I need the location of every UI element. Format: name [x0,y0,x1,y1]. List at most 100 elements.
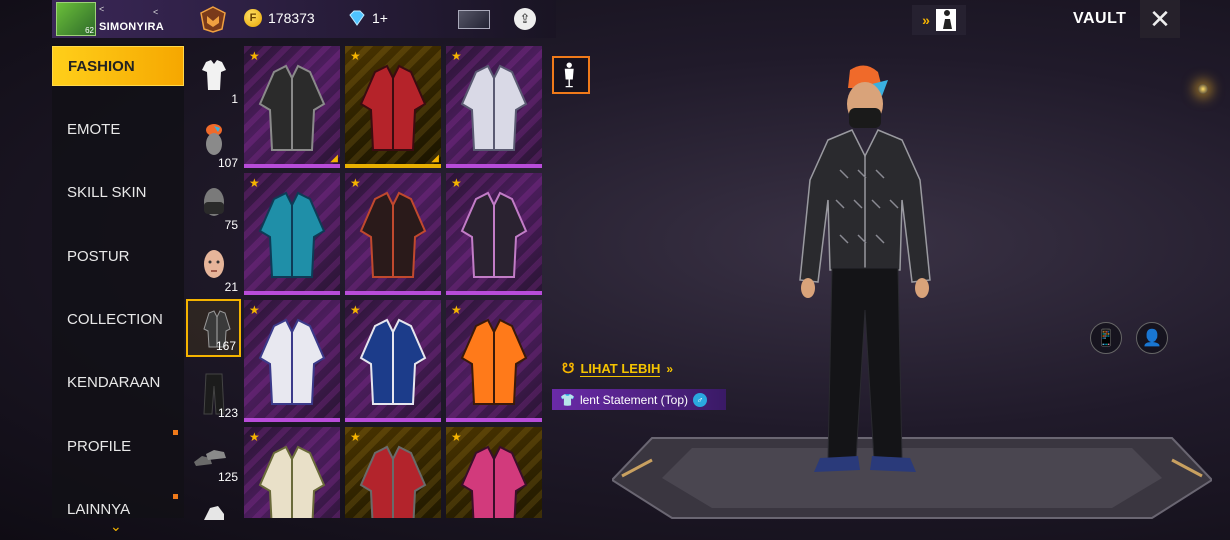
subcategory-count: 21 [224,280,238,294]
rank-badge-icon[interactable] [198,5,228,33]
top-bar: 62 < < SIMONYIRA F 178373 1+ ⇪ [52,0,556,38]
item-tile[interactable]: ★ [446,46,542,168]
item-tile[interactable]: ★ ◢ [244,46,340,168]
diamond-amount: 1+ [372,10,388,26]
notification-dot [173,494,178,499]
gold-balance[interactable]: F 178373 [244,9,315,27]
garment-icon [359,64,427,151]
rarity-star-icon: ★ [350,49,361,63]
subcategory-more[interactable] [186,492,241,540]
garment-icon [258,64,326,151]
outfit-set-icon [202,60,226,90]
see-more-link[interactable]: ☋ LIHAT LEBIH » [562,360,673,377]
accessory-icon [204,506,224,520]
category-fashion[interactable]: FASHION [52,46,184,86]
category-postur[interactable]: POSTUR [52,237,184,277]
rarity-star-icon: ★ [451,176,462,190]
rarity-bar [446,291,542,295]
garment-icon [460,445,528,518]
item-tile[interactable]: ★ [244,427,340,518]
chevron-left-icon[interactable]: < [99,4,104,14]
subcategory-count: 75 [224,218,238,232]
mannequin-icon [564,62,574,88]
player-level: 62 [85,26,94,35]
subcategory-count: 123 [217,406,238,420]
item-tile[interactable]: ★ ◢ [345,46,441,168]
garment-icon [359,191,427,278]
double-chevron-icon: » [922,12,930,28]
rarity-bar [446,418,542,422]
rarity-star-icon: ★ [350,430,361,444]
upload-icon[interactable]: ⇪ [514,8,536,30]
subcategory-hair[interactable]: 107 [186,114,241,172]
item-tile[interactable]: ★ [244,173,340,295]
subcategory-count: 125 [217,470,238,484]
skip-button[interactable]: » [912,5,966,35]
item-tile[interactable]: ★ [244,300,340,422]
category-label: POSTUR [67,248,130,265]
category-profile[interactable]: PROFILE [52,427,184,467]
double-chevron-icon: » [666,361,674,376]
item-tile[interactable]: ★ [345,173,441,295]
rarity-star-icon: ★ [451,49,462,63]
category-emote[interactable]: EMOTE [52,110,184,150]
garment-icon [359,318,427,405]
subcategory-top[interactable]: 167 [186,299,241,357]
category-label: EMOTE [67,121,121,138]
close-button[interactable]: ✕ [1140,0,1180,38]
mannequin-button[interactable] [552,56,590,94]
rarity-bar [244,418,340,422]
rarity-star-icon: ★ [249,176,260,190]
diamond-balance[interactable]: 1+ [348,9,388,27]
garment-icon [258,318,326,405]
phone-rotate-icon: 📱 [1096,330,1116,347]
subcategory-face[interactable]: 21 [186,238,241,296]
rarity-star-icon: ★ [451,430,462,444]
subcategory-outfit-set[interactable]: 1 [186,50,241,108]
equipped-check-icon: ◢ [431,153,439,164]
subcategory-mask[interactable]: 75 [186,176,241,234]
rarity-star-icon: ★ [249,49,260,63]
brand-logo-icon: ☋ [562,360,575,376]
category-collection[interactable]: COLLECTION [52,300,184,340]
category-kendaraan[interactable]: KENDARAAN [52,363,184,403]
subcategory-count: 107 [217,156,238,170]
rarity-star-icon: ★ [350,176,361,190]
vault-title: VAULT [1073,10,1127,27]
gold-coin-icon: F [244,9,262,27]
shirt-icon: 👕 [560,392,575,407]
rarity-bar [244,164,340,168]
rotate-view-button[interactable]: 📱 [1090,322,1122,354]
garment-icon [460,191,528,278]
subcategory-column: 1 107 75 21 167 123 125 [186,44,241,520]
item-tile[interactable]: ★ [446,427,542,518]
rarity-star-icon: ★ [350,303,361,317]
close-icon: ✕ [1149,4,1171,34]
equipped-check-icon: ◢ [330,153,338,164]
chevron-left-icon[interactable]: < [153,7,158,17]
garment-icon [258,191,326,278]
garment-icon [460,64,528,151]
rarity-bar [345,418,441,422]
item-tile[interactable]: ★ [345,300,441,422]
item-tile[interactable]: ★ [446,173,542,295]
preview-toggle-button[interactable]: 👤 [1136,322,1168,354]
chevron-down-icon[interactable]: ⌄ [110,518,122,535]
garment-icon [359,445,427,518]
category-skill-skin[interactable]: SKILL SKIN [52,173,184,213]
item-tile[interactable]: ★ [345,427,441,518]
subcategory-pants[interactable]: 123 [186,364,241,422]
character-model[interactable] [770,60,960,480]
membership-card-icon[interactable] [458,10,490,29]
subcategory-count: 1 [231,92,238,106]
notification-dot [173,430,178,435]
selected-item-tag[interactable]: 👕 lent Statement (Top) ♂ [552,389,726,410]
subcategory-count: 167 [215,339,236,353]
garment-icon [258,445,326,518]
item-tile[interactable]: ★ [446,300,542,422]
subcategory-shoes[interactable]: 125 [186,428,241,486]
category-label: LAINNYA [67,501,131,518]
category-label: SKILL SKIN [67,184,147,201]
category-label: KENDARAAN [67,374,161,391]
player-avatar[interactable]: 62 [56,2,96,36]
